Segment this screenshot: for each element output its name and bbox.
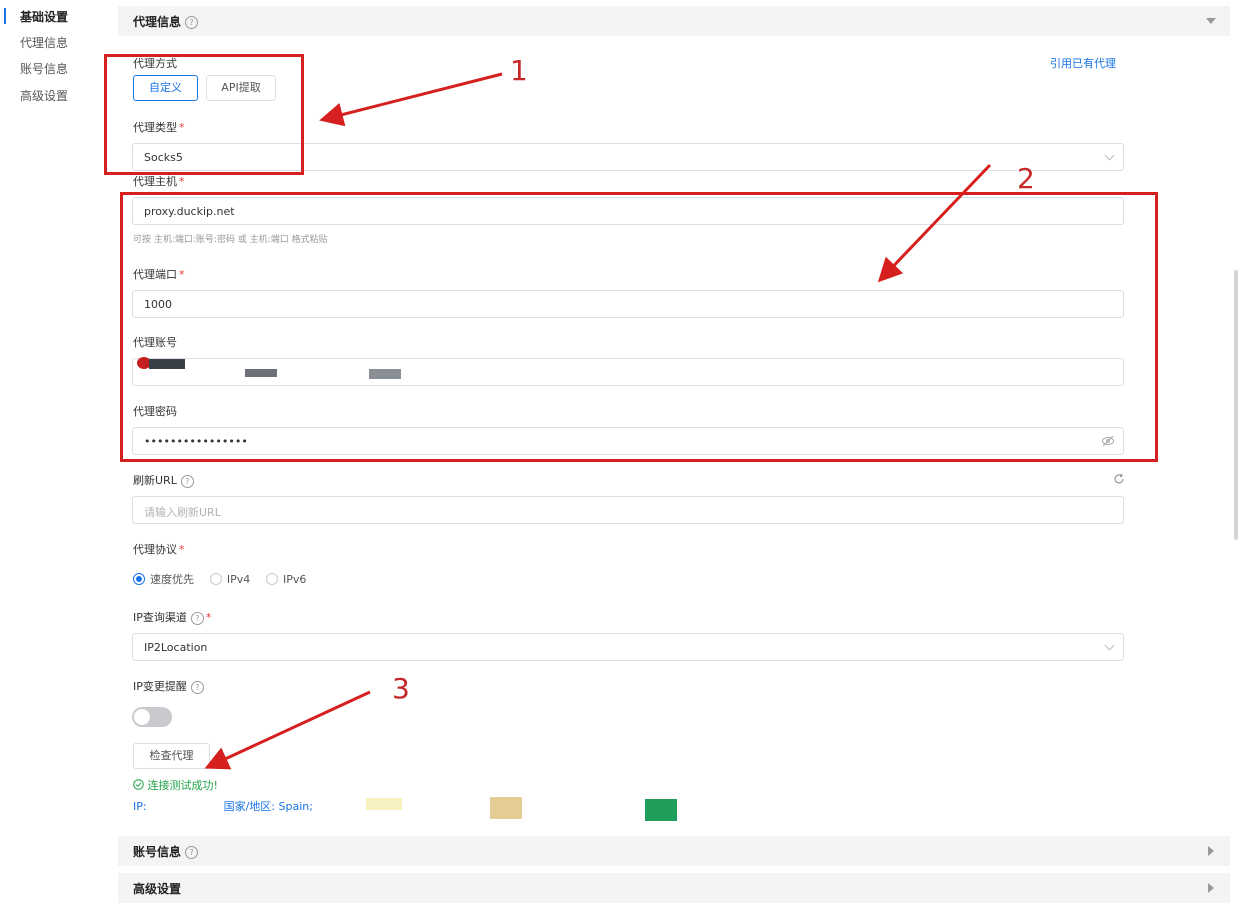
section-header-advanced[interactable]: 高级设置 (118, 873, 1230, 903)
success-message: 连接测试成功! (133, 777, 218, 793)
refresh-url-input[interactable]: 请输入刷新URL (132, 496, 1124, 524)
section-title-advanced: 高级设置 (133, 882, 182, 896)
use-existing-proxy-link[interactable]: 引用已有代理 (1050, 55, 1116, 71)
nav-item-account[interactable]: 账号信息 (20, 60, 68, 77)
scrollbar[interactable] (1234, 270, 1238, 540)
redaction-block (490, 797, 522, 819)
radio-speed-first[interactable] (133, 573, 145, 585)
success-text: 连接测试成功! (147, 779, 218, 792)
radio-label-ipv6: IPv6 (283, 572, 307, 586)
protocol-label: 代理协议 * (133, 543, 185, 556)
nav-item-advanced[interactable]: 高级设置 (20, 87, 68, 104)
refresh-url-label: 刷新URL? (133, 472, 194, 488)
annotation-box-1 (104, 54, 304, 175)
chevron-down-icon (1104, 640, 1115, 651)
refresh-url-placeholder: 请输入刷新URL (144, 506, 221, 519)
collapse-caret-icon[interactable] (1206, 18, 1216, 24)
country-text: 国家/地区: Spain; (223, 800, 313, 813)
expand-caret-icon[interactable] (1208, 883, 1214, 893)
check-circle-icon (133, 779, 144, 790)
ip-channel-label: IP查询渠道? * (133, 611, 212, 625)
help-icon[interactable]: ? (185, 16, 199, 29)
ip-result-line: IP: 国家/地区: Spain; (133, 798, 313, 814)
section-header-proxy-info[interactable]: 代理信息? (118, 6, 1230, 36)
radio-label-ipv4: IPv4 (226, 572, 251, 586)
help-icon[interactable]: ? (185, 846, 199, 859)
chevron-down-icon (1104, 150, 1115, 161)
radio-ipv6[interactable] (266, 573, 279, 585)
annotation-number-3: 3 (392, 672, 410, 705)
ip-change-label: IP变更提醒? (133, 678, 204, 694)
ip-prefix: IP: (133, 800, 147, 813)
help-icon[interactable]: ? (190, 680, 204, 694)
ip-channel-value: IP2Location (144, 641, 208, 654)
help-icon[interactable]: ? (180, 474, 194, 488)
check-proxy-button[interactable]: 检查代理 (133, 743, 210, 769)
section-title-proxy-info: 代理信息 (133, 15, 182, 29)
ip-channel-select[interactable]: IP2Location (132, 633, 1124, 661)
nav-item-proxy[interactable]: 代理信息 (20, 34, 68, 51)
annotation-number-2: 2 (1017, 162, 1035, 195)
refresh-icon[interactable] (1113, 473, 1125, 485)
section-title-account-info: 账号信息 (133, 845, 182, 859)
radio-ipv4[interactable] (209, 573, 222, 585)
annotation-arrow-1 (319, 72, 503, 127)
redaction-block (366, 798, 402, 810)
section-header-account-info[interactable]: 账号信息? (118, 836, 1230, 866)
nav-item-basic[interactable]: 基础设置 (20, 8, 68, 25)
annotation-arrow-3 (204, 690, 371, 770)
nav-active-indicator (4, 8, 6, 24)
annotation-number-1: 1 (510, 54, 528, 87)
annotation-box-2 (120, 192, 1158, 462)
expand-caret-icon[interactable] (1208, 846, 1214, 856)
redaction-block (645, 799, 677, 821)
help-icon[interactable]: ? (190, 611, 204, 625)
host-label: 代理主机 * (133, 175, 185, 188)
radio-label-speed-first: 速度优先 (150, 573, 194, 586)
protocol-radio-group: 速度优先 IPv4 IPv6 (133, 571, 318, 587)
ip-change-toggle[interactable] (132, 707, 172, 727)
